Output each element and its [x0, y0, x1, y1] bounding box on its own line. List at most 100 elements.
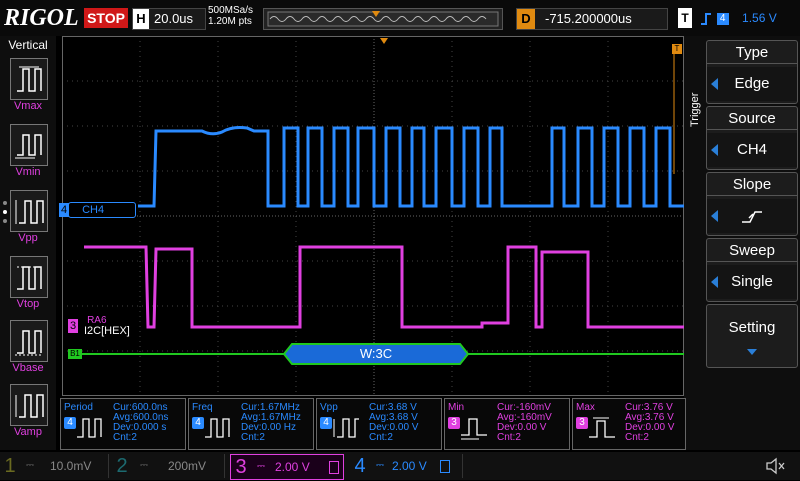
- vpp-label: Vpp: [18, 232, 38, 244]
- measurement-min[interactable]: Min 3 Cur:-160mV Avg:-160mV Dev:0.00 V C…: [444, 398, 570, 450]
- trigger-level-value: 1.56 V: [742, 11, 777, 25]
- memory-depth: 1.20M pts: [208, 16, 252, 27]
- channel-scale: 10.0mV: [50, 459, 92, 473]
- waveform-canvas: [62, 36, 684, 396]
- channel-number: 2: [116, 455, 128, 477]
- channel-number: 1: [4, 455, 16, 477]
- rising-edge-icon: [701, 12, 712, 25]
- measure-vtop-button[interactable]: [10, 256, 48, 298]
- measurement-period[interactable]: Period 4 Cur:600.0ns Avg:600.0ns Dev:0.0…: [60, 398, 186, 450]
- vbase-icon: [15, 330, 43, 356]
- acquisition-info: 500MSa/s 1.20M pts: [208, 5, 253, 27]
- rising-slope-icon: [742, 211, 762, 223]
- memory-overview-strip[interactable]: [263, 8, 503, 30]
- brand-logo: RIGOL: [4, 5, 79, 31]
- timebase-display[interactable]: H 20.0us: [132, 8, 206, 30]
- trigger-source-badge: 4: [716, 12, 729, 25]
- trigger-sweep-value: Single: [707, 265, 797, 299]
- bandwidth-limit-icon: [329, 461, 339, 474]
- memory-waveform-thumbnail: [267, 11, 499, 27]
- speaker-mute-icon[interactable]: [764, 456, 786, 476]
- vmin-label: Vmin: [15, 166, 41, 178]
- trigger-top-marker: T: [672, 44, 682, 54]
- channel-scale: 2.00 V: [275, 460, 310, 474]
- ch4-marker: 4: [59, 203, 69, 217]
- chevron-down-icon: [747, 349, 757, 355]
- trigger-slope-menu[interactable]: Slope: [706, 172, 798, 236]
- trigger-status[interactable]: T 4 1.56 V: [678, 8, 794, 28]
- left-arrow-icon: [711, 78, 718, 90]
- trigger-sweep-menu[interactable]: Sweep Single: [706, 238, 798, 302]
- measurement-max[interactable]: Max 3 Cur:3.76 V Avg:3.76 V Dev:0.00 V C…: [572, 398, 686, 450]
- vmax-label: Vmax: [13, 100, 43, 112]
- channel-scale: 2.00 V: [392, 459, 427, 473]
- measurement-name: Vpp: [320, 402, 338, 413]
- trigger-type-menu[interactable]: Type Edge: [706, 40, 798, 104]
- delay-value: -715.200000us: [545, 11, 632, 26]
- freq-icon: [205, 418, 230, 438]
- trigger-slope-value: [707, 199, 797, 233]
- sample-rate: 500MSa/s: [208, 5, 254, 16]
- run-stop-status[interactable]: STOP: [84, 8, 128, 28]
- max-icon: [589, 417, 615, 438]
- vpp-icon: [15, 200, 44, 224]
- left-arrow-icon: [711, 276, 718, 288]
- measurement-cnt: Cnt:2: [625, 432, 649, 443]
- channel-number: 4: [354, 455, 366, 477]
- delay-key: D: [517, 9, 535, 29]
- channel-1-status[interactable]: 1 ⎓ 10.0mV: [0, 454, 109, 478]
- min-icon: [461, 418, 487, 440]
- bus-marker[interactable]: B1: [68, 349, 82, 359]
- dc-coupling-icon: ⎓: [140, 460, 148, 471]
- vamp-icon: [15, 394, 44, 418]
- vertical-panel-title: Vertical: [8, 38, 48, 52]
- measurement-name: Max: [576, 402, 595, 413]
- trigger-slope-title: Slope: [707, 175, 797, 196]
- measurement-freq[interactable]: Freq 4 Cur:1.67MHz Avg:1.67MHz Dev:0.00 …: [188, 398, 314, 450]
- trigger-source-menu[interactable]: Source CH4: [706, 106, 798, 170]
- trigger-setting-title: Setting: [728, 319, 776, 336]
- ch4-label-tag[interactable]: 4 CH4: [59, 202, 136, 218]
- trigger-type-title: Type: [707, 43, 797, 64]
- dc-coupling-icon: ⎓: [257, 461, 265, 472]
- measurement-cnt: Cnt:2: [369, 432, 393, 443]
- measurement-vpp[interactable]: Vpp 4 Cur:3.68 V Avg:3.68 V Dev:0.00 V C…: [316, 398, 442, 450]
- trigger-setting-menu[interactable]: Setting: [706, 304, 798, 368]
- bandwidth-limit-icon: [440, 460, 450, 473]
- dc-coupling-icon: ⎓: [376, 460, 384, 471]
- channel-4-status[interactable]: 4 ⎓ 2.00 V: [350, 454, 463, 478]
- vpp-icon: [333, 418, 359, 438]
- delay-display[interactable]: D -715.200000us: [516, 8, 668, 30]
- trigger-source-title: Source: [707, 109, 797, 130]
- timebase-key: H: [133, 9, 149, 29]
- vamp-label: Vamp: [14, 426, 42, 438]
- vtop-label: Vtop: [16, 298, 40, 310]
- measure-vamp-button[interactable]: [10, 384, 48, 426]
- decode-label: I2C[HEX]: [84, 325, 130, 337]
- measurement-name: Period: [64, 402, 93, 413]
- measure-vbase-button[interactable]: [10, 320, 48, 362]
- vbase-label: Vbase: [12, 362, 44, 374]
- bus-packet-label: W:3C: [359, 346, 393, 361]
- vmax-icon: [17, 66, 42, 92]
- measurement-cnt: Cnt:2: [113, 432, 137, 443]
- measure-vmax-button[interactable]: [10, 58, 48, 100]
- measure-vpp-button[interactable]: [10, 190, 48, 232]
- dc-coupling-icon: ⎓: [26, 460, 34, 471]
- waveform-display[interactable]: [62, 36, 684, 396]
- channel-3-status[interactable]: 3 ⎓ 2.00 V: [230, 454, 344, 480]
- trigger-key: T: [678, 8, 692, 28]
- ch4-label: CH4: [82, 204, 105, 216]
- channel-scale: 200mV: [168, 459, 207, 473]
- left-arrow-icon: [711, 144, 718, 156]
- timebase-value: 20.0us: [154, 11, 194, 26]
- trigger-type-value: Edge: [707, 67, 797, 101]
- trigger-sweep-title: Sweep: [707, 241, 797, 262]
- vtop-icon: [17, 266, 42, 290]
- channel-2-status[interactable]: 2 ⎓ 200mV: [112, 454, 225, 478]
- trigger-source-value: CH4: [707, 133, 797, 167]
- page-indicator-dots[interactable]: [2, 200, 8, 229]
- measure-vmin-button[interactable]: [10, 124, 48, 166]
- period-icon: [77, 418, 102, 438]
- left-arrow-icon: [711, 210, 718, 222]
